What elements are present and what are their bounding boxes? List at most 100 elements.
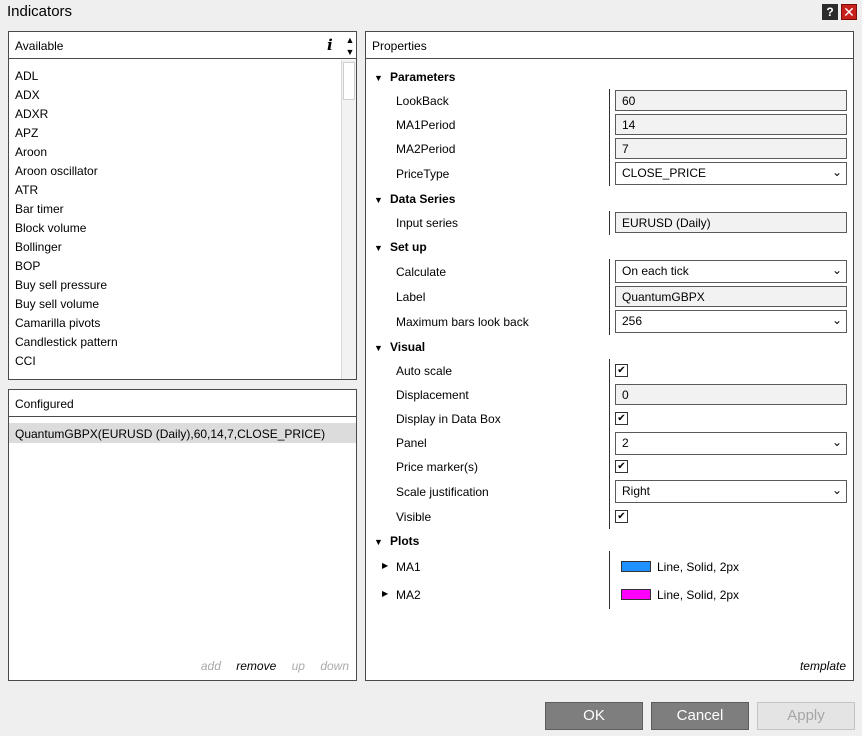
- category-label: Visual: [390, 340, 426, 354]
- ma2period-label: MA2Period: [396, 142, 456, 156]
- expand-icon[interactable]: ▶: [382, 589, 388, 598]
- label-label: Label: [396, 290, 426, 304]
- lookback-label: LookBack: [396, 94, 449, 108]
- divider: [609, 259, 610, 335]
- displacement-input[interactable]: 0: [615, 384, 847, 405]
- scroll-up-icon[interactable]: ▲: [343, 34, 357, 46]
- category-parameters[interactable]: ▼ Parameters: [374, 70, 455, 84]
- scroll-down-icon[interactable]: ▼: [343, 46, 357, 58]
- category-label: Set up: [390, 240, 427, 254]
- list-item[interactable]: Candlestick pattern: [9, 334, 341, 353]
- plot-ma1-color-swatch[interactable]: [621, 561, 651, 572]
- ma2period-input[interactable]: 7: [615, 138, 847, 159]
- collapse-icon[interactable]: ▼: [374, 537, 390, 547]
- list-item[interactable]: Buy sell pressure: [9, 277, 341, 296]
- auto-scale-label: Auto scale: [396, 364, 453, 378]
- category-data-series[interactable]: ▼ Data Series: [374, 192, 455, 206]
- lookback-input[interactable]: 60: [615, 90, 847, 111]
- configured-item[interactable]: QuantumGBPX(EURUSD (Daily),60,14,7,CLOSE…: [9, 423, 356, 443]
- auto-scale-checkbox[interactable]: ✔: [615, 364, 628, 377]
- help-icon[interactable]: ?: [822, 4, 838, 20]
- collapse-icon[interactable]: ▼: [374, 73, 390, 83]
- list-item[interactable]: Buy sell volume: [9, 296, 341, 315]
- up-link[interactable]: up: [292, 659, 305, 673]
- max-bars-label: Maximum bars look back: [396, 315, 529, 329]
- pricetype-value: CLOSE_PRICE: [622, 166, 707, 180]
- chevron-down-icon: ⌄: [831, 483, 842, 497]
- list-item[interactable]: APZ: [9, 125, 341, 144]
- calculate-select[interactable]: On each tick ⌄: [615, 260, 847, 283]
- max-bars-value: 256: [622, 314, 643, 328]
- category-plots[interactable]: ▼ Plots: [374, 534, 419, 548]
- expand-icon[interactable]: ▶: [382, 561, 388, 570]
- pricetype-label: PriceType: [396, 167, 450, 181]
- available-list: ADL ADX ADXR APZ Aroon Aroon oscillator …: [9, 68, 341, 372]
- scale-justification-value: Right: [622, 484, 651, 498]
- plot-ma1-desc[interactable]: Line, Solid, 2px: [657, 560, 739, 574]
- ok-button[interactable]: OK: [545, 702, 643, 730]
- scrollbar-thumb[interactable]: [343, 62, 355, 100]
- cancel-button[interactable]: Cancel: [651, 702, 749, 730]
- window-title: Indicators: [7, 3, 73, 20]
- available-panel: Available i ▲ ▼ ADL ADX ADXR APZ Aroon A…: [8, 31, 357, 380]
- category-label: Plots: [390, 534, 420, 548]
- chevron-down-icon: ⌄: [831, 263, 842, 277]
- close-icon[interactable]: ✕: [841, 4, 857, 20]
- list-item[interactable]: ADXR: [9, 106, 341, 125]
- collapse-icon[interactable]: ▼: [374, 243, 390, 253]
- calculate-label: Calculate: [396, 265, 447, 279]
- price-markers-checkbox[interactable]: ✔: [615, 460, 628, 473]
- category-visual[interactable]: ▼ Visual: [374, 340, 425, 354]
- list-item[interactable]: Bollinger: [9, 239, 341, 258]
- visible-checkbox[interactable]: ✔: [615, 510, 628, 523]
- price-markers-label: Price marker(s): [396, 460, 479, 474]
- ma1period-input[interactable]: 14: [615, 114, 847, 135]
- ma1period-label: MA1Period: [396, 118, 456, 132]
- list-item[interactable]: ADX: [9, 87, 341, 106]
- scale-justification-select[interactable]: Right ⌄: [615, 480, 847, 503]
- list-item[interactable]: Aroon oscillator: [9, 163, 341, 182]
- configured-panel: Configured QuantumGBPX(EURUSD (Daily),60…: [8, 389, 357, 681]
- list-item[interactable]: Aroon: [9, 144, 341, 163]
- plot-ma1-label: MA1: [396, 560, 421, 574]
- list-item[interactable]: Block volume: [9, 220, 341, 239]
- properties-panel: Properties ▼ Parameters LookBack 60 MA1Pe…: [365, 31, 854, 681]
- list-item[interactable]: ADL: [9, 68, 341, 87]
- label-input[interactable]: QuantumGBPX: [615, 286, 847, 307]
- panel-select[interactable]: 2 ⌄: [615, 432, 847, 455]
- pricetype-select[interactable]: CLOSE_PRICE ⌄: [615, 162, 847, 185]
- collapse-icon[interactable]: ▼: [374, 343, 390, 353]
- configured-header: Configured: [9, 390, 356, 417]
- input-series-field[interactable]: EURUSD (Daily): [615, 212, 847, 233]
- divider: [609, 211, 610, 235]
- category-set-up[interactable]: ▼ Set up: [374, 240, 427, 254]
- list-item[interactable]: CCI: [9, 353, 341, 372]
- remove-link[interactable]: remove: [236, 659, 276, 673]
- data-box-checkbox[interactable]: ✔: [615, 412, 628, 425]
- collapse-icon[interactable]: ▼: [374, 195, 390, 205]
- template-link[interactable]: template: [800, 659, 846, 673]
- list-item[interactable]: ATR: [9, 182, 341, 201]
- chevron-down-icon: ⌄: [831, 313, 842, 327]
- add-link[interactable]: add: [201, 659, 221, 673]
- list-item[interactable]: Camarilla pivots: [9, 315, 341, 334]
- properties-header: Properties: [366, 32, 853, 59]
- available-scrollbar[interactable]: [341, 60, 356, 379]
- divider: [609, 359, 610, 529]
- down-link[interactable]: down: [320, 659, 349, 673]
- properties-title: Properties: [372, 39, 427, 53]
- category-label: Data Series: [390, 192, 456, 206]
- list-item[interactable]: Bar timer: [9, 201, 341, 220]
- plot-ma2-desc[interactable]: Line, Solid, 2px: [657, 588, 739, 602]
- list-item[interactable]: BOP: [9, 258, 341, 277]
- visible-label: Visible: [396, 510, 432, 524]
- chevron-down-icon: ⌄: [831, 165, 842, 179]
- max-bars-select[interactable]: 256 ⌄: [615, 310, 847, 333]
- calculate-value: On each tick: [622, 264, 689, 278]
- plot-ma2-color-swatch[interactable]: [621, 589, 651, 600]
- panel-value: 2: [622, 436, 629, 450]
- info-icon[interactable]: i: [327, 36, 333, 54]
- available-header: Available: [9, 32, 356, 59]
- title-bar: Indicators ? ✕: [0, 0, 862, 24]
- apply-button[interactable]: Apply: [757, 702, 855, 730]
